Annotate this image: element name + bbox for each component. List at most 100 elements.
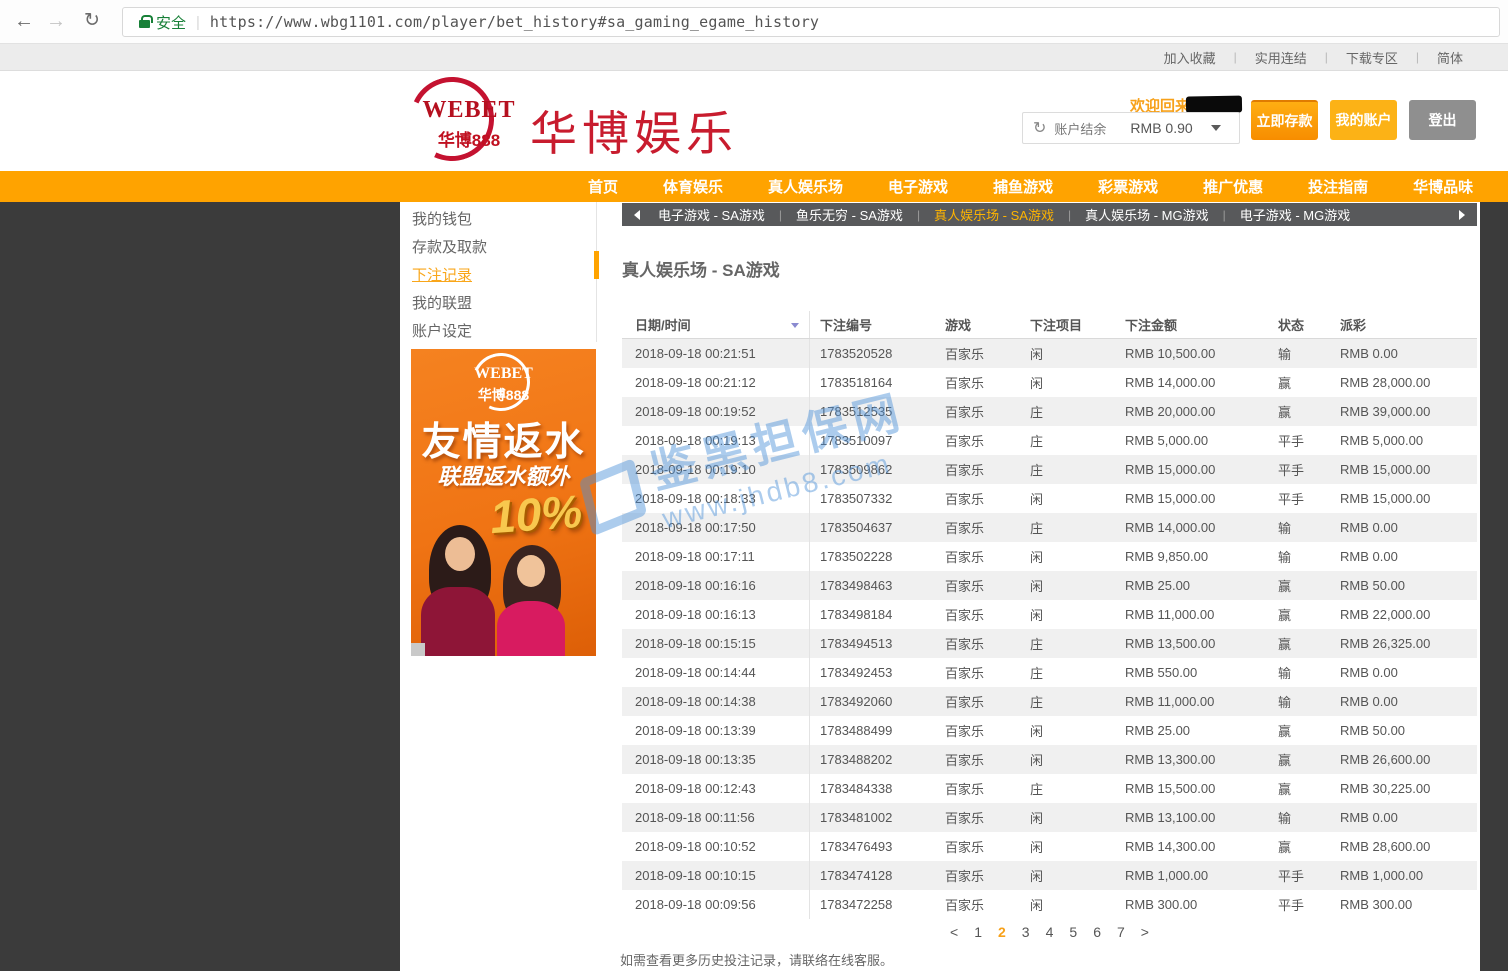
table-row: 2018-09-18 00:19:101783509862百家乐庄RMB 15,… [622, 455, 1477, 484]
page-number[interactable]: 1 [974, 924, 982, 940]
game-tab[interactable]: 电子游戏 - SA游戏 [658, 205, 765, 224]
table-cell: 庄 [1020, 658, 1115, 687]
sidebar-menu: 我的钱包存款及取款下注记录我的联盟账户设定 [400, 202, 597, 342]
table-cell: 2018-09-18 00:10:15 [622, 861, 810, 890]
nav-item[interactable]: 彩票游戏 [1098, 176, 1158, 197]
nav-item[interactable]: 电子游戏 [888, 176, 948, 197]
game-tab[interactable]: 真人娱乐场 - MG游戏 [1085, 205, 1209, 224]
table-cell: 庄 [1020, 426, 1115, 455]
game-tabs-bar: 电子游戏 - SA游戏|鱼乐无穷 - SA游戏|真人娱乐场 - SA游戏|真人娱… [622, 203, 1477, 226]
table-cell: 1783510097 [810, 426, 935, 455]
site-header: WEBET 华博888 华博娱乐 欢迎回来 ↻ 账户结余 RMB 0.90 立即… [0, 71, 1508, 171]
sidebar-item[interactable]: 账户设定 [412, 320, 472, 341]
logo-sub-text: 华博888 [414, 126, 524, 151]
nav-item[interactable]: 华博品味 [1413, 176, 1473, 197]
nav-item[interactable]: 推广优惠 [1203, 176, 1263, 197]
table-cell: RMB 550.00 [1115, 658, 1268, 687]
table-row: 2018-09-18 00:13:351783488202百家乐闲RMB 13,… [622, 745, 1477, 774]
table-cell: 1783498184 [810, 600, 935, 629]
page-prev[interactable]: < [950, 924, 958, 940]
table-cell: RMB 300.00 [1115, 890, 1268, 919]
table-cell: RMB 26,325.00 [1330, 629, 1477, 658]
game-tab[interactable]: 真人娱乐场 - SA游戏 [934, 205, 1054, 224]
table-cell: RMB 22,000.00 [1330, 600, 1477, 629]
table-cell: 平手 [1268, 455, 1330, 484]
banner-percent: 10% [488, 484, 584, 544]
table-cell: 赢 [1268, 368, 1330, 397]
balance-value: RMB 0.90 [1130, 120, 1192, 136]
page-number[interactable]: 4 [1046, 924, 1054, 940]
balance-refresh-icon[interactable]: ↻ [1033, 118, 1046, 138]
table-cell: 百家乐 [935, 542, 1020, 571]
nav-item[interactable]: 真人娱乐场 [768, 176, 843, 197]
table-cell: 庄 [1020, 629, 1115, 658]
sidebar-active-indicator [594, 251, 599, 279]
table-cell: 1783504637 [810, 513, 935, 542]
table-cell: 1783492453 [810, 658, 935, 687]
quicklink-separator: | [1416, 50, 1419, 64]
tab-separator: | [917, 208, 920, 222]
page-title: 真人娱乐场 - SA游戏 [622, 256, 780, 281]
sidebar-item[interactable]: 我的联盟 [412, 292, 472, 313]
sidebar-item[interactable]: 存款及取款 [412, 236, 487, 257]
balance-dropdown-icon[interactable] [1211, 125, 1221, 131]
table-cell: 1783488202 [810, 745, 935, 774]
sidebar-item[interactable]: 下注记录 [412, 264, 472, 285]
url-text[interactable]: https://www.wbg1101.com/player/bet_histo… [210, 13, 819, 31]
tabs-scroll-left-icon[interactable] [634, 210, 640, 220]
page-number[interactable]: 3 [1022, 924, 1030, 940]
tabs-scroll-right-icon[interactable] [1459, 210, 1465, 220]
nav-item[interactable]: 体育娱乐 [663, 176, 723, 197]
table-cell: RMB 50.00 [1330, 716, 1477, 745]
nav-item[interactable]: 首页 [588, 176, 618, 197]
page-number[interactable]: 2 [998, 924, 1006, 940]
table-cell: 输 [1268, 542, 1330, 571]
table-row: 2018-09-18 00:21:121783518164百家乐闲RMB 14,… [622, 368, 1477, 397]
table-cell: 输 [1268, 513, 1330, 542]
site-logo[interactable]: WEBET 华博888 [414, 97, 524, 151]
quicklinks-bar: 加入收藏|实用连结|下载专区|简体 [0, 44, 1508, 71]
table-cell: RMB 14,300.00 [1115, 832, 1268, 861]
address-bar[interactable]: 安全 | https://www.wbg1101.com/player/bet_… [122, 7, 1500, 37]
browser-back-icon[interactable]: ← [14, 8, 34, 34]
footer-note: 如需查看更多历史投注记录，请联络在线客服。 [620, 950, 893, 969]
promo-banner[interactable]: WEBET 华博888 友情返水 联盟返水额外 10% [411, 349, 596, 656]
page-number[interactable]: 5 [1069, 924, 1077, 940]
table-cell: 2018-09-18 00:13:39 [622, 716, 810, 745]
table-row: 2018-09-18 00:18:331783507332百家乐闲RMB 15,… [622, 484, 1477, 513]
table-cell: 百家乐 [935, 629, 1020, 658]
page-number[interactable]: 6 [1093, 924, 1101, 940]
table-cell: 庄 [1020, 774, 1115, 803]
game-tab[interactable]: 鱼乐无穷 - SA游戏 [796, 205, 903, 224]
sort-icon[interactable] [791, 323, 799, 328]
page-next[interactable]: > [1141, 924, 1149, 940]
table-cell: 1783474128 [810, 861, 935, 890]
column-header: 下注编号 [810, 311, 935, 338]
table-cell: RMB 50.00 [1330, 571, 1477, 600]
logout-button[interactable]: 登出 [1409, 100, 1476, 140]
browser-forward-icon[interactable]: → [46, 8, 66, 34]
table-cell: 2018-09-18 00:16:13 [622, 600, 810, 629]
table-cell: 1783512535 [810, 397, 935, 426]
quicklink-4[interactable]: 简体 [1437, 48, 1463, 67]
nav-item[interactable]: 投注指南 [1308, 176, 1368, 197]
tab-separator: | [1068, 208, 1071, 222]
brand-title: 华博娱乐 [530, 95, 738, 164]
table-cell: 闲 [1020, 571, 1115, 600]
table-cell: 平手 [1268, 426, 1330, 455]
sidebar-item[interactable]: 我的钱包 [412, 208, 472, 229]
quicklink-2[interactable]: 实用连结 [1255, 48, 1307, 67]
game-tab[interactable]: 电子游戏 - MG游戏 [1240, 205, 1351, 224]
table-cell: RMB 15,500.00 [1115, 774, 1268, 803]
nav-item[interactable]: 捕鱼游戏 [993, 176, 1053, 197]
table-cell: RMB 13,300.00 [1115, 745, 1268, 774]
deposit-button[interactable]: 立即存款 [1251, 100, 1318, 140]
browser-refresh-icon[interactable]: ↻ [84, 8, 100, 34]
quicklink-1[interactable]: 加入收藏 [1164, 48, 1216, 67]
my-account-button[interactable]: 我的账户 [1330, 100, 1397, 140]
column-header: 派彩 [1330, 311, 1477, 338]
column-header[interactable]: 日期/时间 [622, 311, 810, 338]
quicklink-3[interactable]: 下载专区 [1346, 48, 1398, 67]
page-number[interactable]: 7 [1117, 924, 1125, 940]
table-cell: 2018-09-18 00:09:56 [622, 890, 810, 919]
